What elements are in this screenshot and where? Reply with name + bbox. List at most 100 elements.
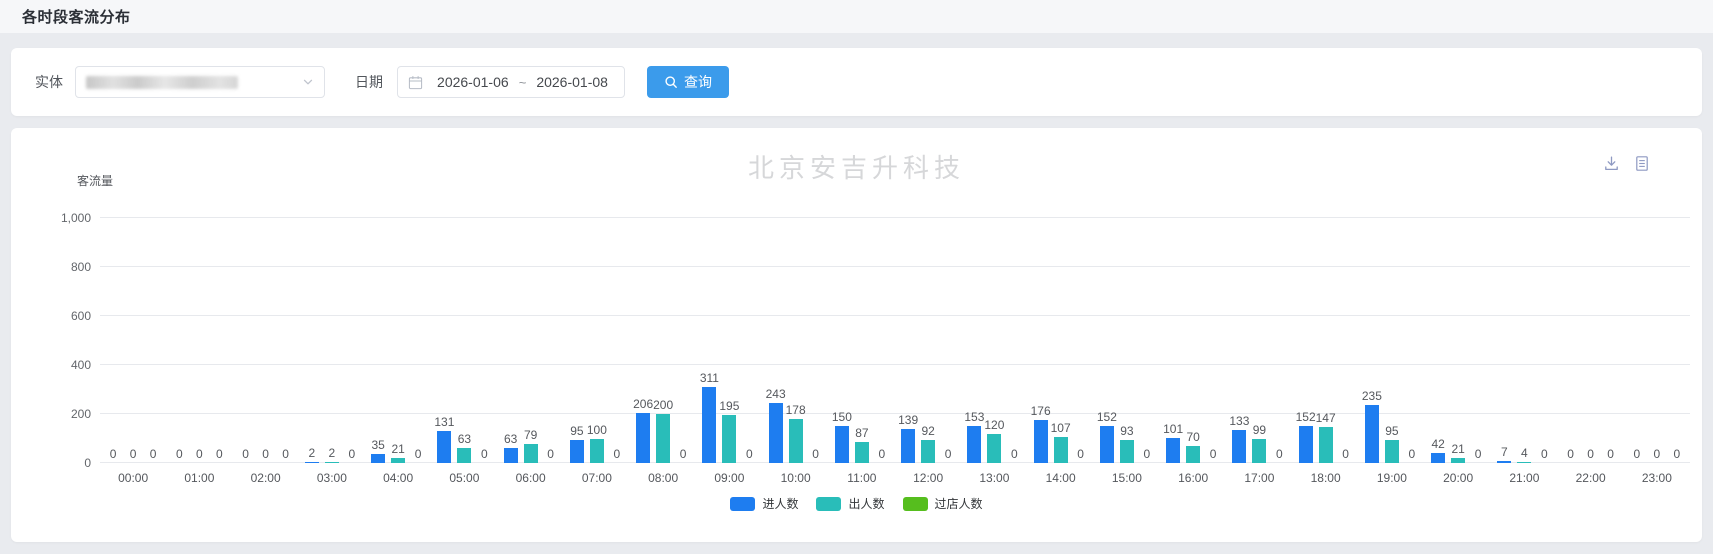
bar-slot: 21	[1450, 218, 1467, 463]
calendar-icon	[408, 75, 423, 90]
bar-value-label: 0	[415, 448, 422, 460]
bar-group: 74021:00	[1496, 218, 1553, 463]
download-icon[interactable]	[1603, 155, 1620, 172]
bar-进人数[interactable]	[769, 403, 783, 463]
bar-slot: 206	[635, 218, 652, 463]
bar-slot: 93	[1118, 218, 1135, 463]
bar-出人数[interactable]	[457, 448, 471, 463]
bar-slot: 42	[1430, 218, 1447, 463]
bar-进人数[interactable]	[1100, 426, 1114, 463]
bar-value-label: 99	[1253, 424, 1266, 436]
date-label: 日期	[355, 72, 383, 92]
bar-出人数[interactable]	[722, 415, 736, 463]
legend-label: 出人数	[848, 495, 884, 512]
bar-出人数[interactable]	[1054, 437, 1068, 463]
bar-出人数[interactable]	[325, 462, 339, 463]
bar-进人数[interactable]	[305, 462, 319, 463]
bar-value-label: 0	[1011, 448, 1018, 460]
bar-出人数[interactable]	[1517, 462, 1531, 463]
bar-value-label: 2	[309, 447, 316, 459]
legend-item-进人数[interactable]: 进人数	[730, 495, 798, 512]
bar-value-label: 95	[570, 425, 583, 437]
bar-value-label: 21	[1451, 443, 1464, 455]
entity-selected-value	[86, 76, 238, 89]
bar-出人数[interactable]	[656, 414, 670, 463]
query-button[interactable]: 查询	[647, 66, 729, 98]
bar-slot: 152	[1098, 218, 1115, 463]
bar-进人数[interactable]	[437, 431, 451, 463]
bar-出人数[interactable]	[855, 442, 869, 463]
bar-进人数[interactable]	[636, 413, 650, 463]
bar-进人数[interactable]	[702, 387, 716, 463]
bar-value-label: 0	[1567, 448, 1574, 460]
bar-slot: 100	[588, 218, 605, 463]
bar-进人数[interactable]	[1166, 438, 1180, 463]
bar-出人数[interactable]	[1319, 427, 1333, 463]
bar-出人数[interactable]	[921, 440, 935, 463]
date-range-picker[interactable]: 2026-01-06 ~ 2026-01-08	[397, 66, 625, 98]
bar-出人数[interactable]	[789, 419, 803, 463]
bar-出人数[interactable]	[1252, 439, 1266, 463]
bar-value-label: 79	[524, 429, 537, 441]
bar-value-label: 0	[1541, 448, 1548, 460]
legend-item-出人数[interactable]: 出人数	[816, 495, 884, 512]
bar-进人数[interactable]	[1365, 405, 1379, 463]
bar-slot: 0	[1536, 218, 1553, 463]
bar-进人数[interactable]	[1299, 426, 1313, 463]
bar-slot: 101	[1165, 218, 1182, 463]
date-start-value[interactable]: 2026-01-06	[431, 74, 515, 90]
date-end-value[interactable]: 2026-01-08	[530, 74, 614, 90]
bar-value-label: 0	[547, 448, 554, 460]
bar-slot: 99	[1251, 218, 1268, 463]
page-title: 各时段客流分布	[22, 6, 131, 27]
bar-出人数[interactable]	[1385, 440, 1399, 463]
bar-slot: 0	[1205, 218, 1222, 463]
x-axis-tick: 21:00	[1509, 471, 1539, 485]
x-axis-tick: 10:00	[781, 471, 811, 485]
bar-value-label: 0	[1342, 448, 1349, 460]
bar-进人数[interactable]	[901, 429, 915, 463]
legend-label: 进人数	[762, 495, 798, 512]
bar-group: 15087011:00	[833, 218, 890, 463]
bar-slot: 2	[303, 218, 320, 463]
bar-进人数[interactable]	[504, 448, 518, 463]
bar-slot: 0	[1648, 218, 1665, 463]
data-view-icon[interactable]	[1634, 155, 1650, 172]
x-axis-tick: 08:00	[648, 471, 678, 485]
bar-slot: 0	[1470, 218, 1487, 463]
chevron-down-icon	[302, 76, 314, 88]
bar-group: 206200008:00	[635, 218, 692, 463]
bar-进人数[interactable]	[371, 454, 385, 463]
y-axis-tick: 400	[71, 358, 91, 372]
legend-item-过店人数[interactable]: 过店人数	[903, 495, 983, 512]
bar-slot: 95	[1383, 218, 1400, 463]
bar-slot: 147	[1317, 218, 1334, 463]
bar-出人数[interactable]	[987, 434, 1001, 463]
bar-进人数[interactable]	[570, 440, 584, 463]
bar-slot: 63	[502, 218, 519, 463]
bar-slot: 133	[1231, 218, 1248, 463]
x-axis-tick: 04:00	[383, 471, 413, 485]
bar-value-label: 139	[898, 414, 918, 426]
bar-出人数[interactable]	[1120, 440, 1134, 463]
entity-select[interactable]	[75, 66, 325, 98]
bar-value-label: 95	[1385, 425, 1398, 437]
bar-进人数[interactable]	[1431, 453, 1445, 463]
bar-slot: 0	[1403, 218, 1420, 463]
bar-进人数[interactable]	[1497, 461, 1511, 463]
bar-进人数[interactable]	[967, 426, 981, 463]
bar-出人数[interactable]	[1186, 446, 1200, 463]
legend-marker	[816, 497, 841, 511]
bar-出人数[interactable]	[590, 439, 604, 464]
bar-slot: 35	[370, 218, 387, 463]
bar-value-label: 195	[719, 400, 739, 412]
bar-slot: 0	[873, 218, 890, 463]
bar-进人数[interactable]	[1232, 430, 1246, 463]
bar-进人数[interactable]	[835, 426, 849, 463]
bar-出人数[interactable]	[1451, 458, 1465, 463]
bar-出人数[interactable]	[524, 444, 538, 463]
filter-card: 实体 日期 2026-01-06 ~ 2026-01-08	[11, 48, 1702, 116]
bar-进人数[interactable]	[1034, 420, 1048, 463]
bar-slot: 235	[1363, 218, 1380, 463]
bar-出人数[interactable]	[391, 458, 405, 463]
